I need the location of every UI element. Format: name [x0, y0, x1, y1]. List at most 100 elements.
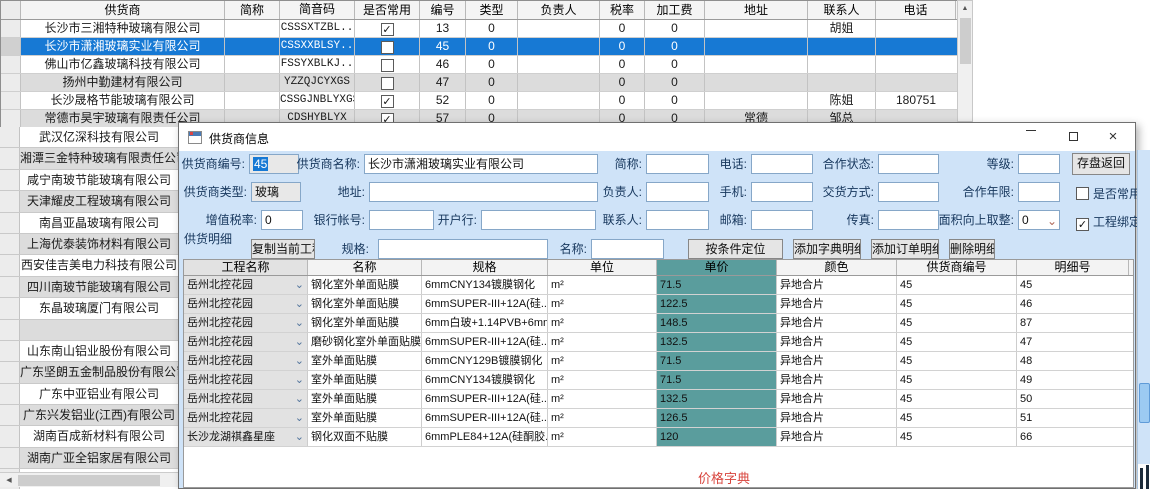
- vat-rate-input[interactable]: 0: [261, 210, 303, 230]
- delete-detail-button[interactable]: 删除明细: [949, 239, 995, 259]
- col-header-manager[interactable]: 负责人: [518, 1, 600, 19]
- detail-row[interactable]: 岳州北控花园⌄ 钢化室外单面贴膜 6mmSUPER-III+12A(硅... m…: [184, 295, 1133, 314]
- col-header-supplier-no[interactable]: 供货商编号: [897, 260, 1017, 275]
- col-header-rate[interactable]: 税率: [600, 1, 645, 19]
- col-header-price[interactable]: 单价: [657, 260, 777, 275]
- common-checkbox[interactable]: [381, 41, 394, 54]
- project-combo[interactable]: 长沙龙湖祺鑫星座⌄: [184, 428, 308, 446]
- minimize-button[interactable]: [1011, 123, 1051, 151]
- supplier-row[interactable]: 四川南玻节能玻璃有限公司: [0, 277, 178, 298]
- dialog-titlebar[interactable]: 供货商信息 ×: [179, 123, 1135, 151]
- supplier-no-input[interactable]: 45: [249, 154, 299, 174]
- supplier-type-input[interactable]: 玻璃: [251, 182, 301, 202]
- supplier-row[interactable]: 西安佳吉美电力科技有限公司: [0, 255, 178, 276]
- email-input[interactable]: [751, 210, 813, 230]
- project-combo[interactable]: 岳州北控花园⌄: [184, 371, 308, 389]
- col-header-unit[interactable]: 单位: [548, 260, 657, 275]
- col-header-code[interactable]: 简音码: [280, 1, 355, 19]
- detail-row[interactable]: 岳州北控花园⌄ 室外单面贴膜 6mmSUPER-III+12A(硅... m² …: [184, 390, 1133, 409]
- col-header-address[interactable]: 地址: [705, 1, 808, 19]
- project-combo[interactable]: 岳州北控花园⌄: [184, 352, 308, 370]
- project-combo[interactable]: 岳州北控花园⌄: [184, 333, 308, 351]
- project-combo[interactable]: 岳州北控花园⌄: [184, 295, 308, 313]
- add-dict-detail-button[interactable]: 添加字典明细: [793, 239, 861, 259]
- spec-filter-input[interactable]: [378, 239, 548, 259]
- manager-input[interactable]: [646, 182, 709, 202]
- project-combo[interactable]: 岳州北控花园⌄: [184, 390, 308, 408]
- project-combo[interactable]: 岳州北控花园⌄: [184, 409, 308, 427]
- supplier-row[interactable]: 山东南山铝业股份有限公司: [0, 341, 178, 362]
- supplier-row[interactable]: 长沙市三湘特种玻璃有限公司 CSSSXTZBL.. 13 0 0 0 胡姐: [1, 20, 957, 38]
- supplier-row[interactable]: 上海优泰装饰材料有限公司: [0, 234, 178, 255]
- supplier-name-input[interactable]: 长沙市潇湘玻璃实业有限公司: [364, 154, 598, 174]
- supplier-row[interactable]: 湖南百成新材料有限公司: [0, 426, 178, 447]
- common-checkbox[interactable]: [381, 77, 394, 90]
- col-header-short[interactable]: 简称: [225, 1, 280, 19]
- detail-row[interactable]: 岳州北控花园⌄ 钢化室外单面贴膜 6mmCNY134镀膜钢化 m² 71.5 异…: [184, 276, 1133, 295]
- coop-years-input[interactable]: [1018, 182, 1060, 202]
- vertical-scrollbar[interactable]: ▲: [957, 0, 973, 122]
- project-bind-checkbox[interactable]: [1076, 218, 1089, 231]
- col-header-common[interactable]: 是否常用: [355, 1, 420, 19]
- project-bind-checkbox-field[interactable]: 工程绑定: [1076, 213, 1141, 231]
- supplier-row[interactable]: 佛山市亿鑫玻璃科技有限公司 FSSYXBLKJ.. 46 0 0 0: [1, 56, 957, 74]
- supplier-row[interactable]: 湘潭三金特种玻璃有限责任公司: [0, 148, 178, 169]
- save-return-button[interactable]: 存盘返回: [1072, 153, 1130, 175]
- common-checkbox[interactable]: [381, 59, 394, 72]
- common-checkbox[interactable]: [381, 95, 394, 108]
- supplier-row[interactable]: 湖南广亚全铝家居有限公司: [0, 448, 178, 469]
- phone-input[interactable]: [751, 154, 813, 174]
- short-name-input[interactable]: [646, 154, 709, 174]
- col-header-no[interactable]: 编号: [420, 1, 466, 19]
- grade-input[interactable]: [1018, 154, 1060, 174]
- scrollbar-thumb[interactable]: [18, 475, 160, 486]
- col-header-type[interactable]: 类型: [466, 1, 518, 19]
- add-order-detail-button[interactable]: 添加订单明细: [871, 239, 939, 259]
- detail-row[interactable]: 岳州北控花园⌄ 室外单面贴膜 6mmSUPER-III+12A(硅... m² …: [184, 409, 1133, 428]
- mobile-input[interactable]: [751, 182, 813, 202]
- col-header-spec[interactable]: 规格: [422, 260, 548, 275]
- supplier-row[interactable]: 广东坚朗五金制品股份有限公司: [0, 362, 178, 383]
- col-header-contact[interactable]: 联系人: [808, 1, 876, 19]
- supplier-row[interactable]: 咸宁南玻节能玻璃有限公司: [0, 170, 178, 191]
- common-checkbox[interactable]: [1076, 187, 1089, 200]
- detail-row[interactable]: 岳州北控花园⌄ 钢化室外单面贴膜 6mm白玻+1.14PVB+6mm... m²…: [184, 314, 1133, 333]
- scroll-left-icon[interactable]: ◀: [2, 474, 16, 487]
- scroll-up-icon[interactable]: ▲: [958, 1, 972, 16]
- delivery-input[interactable]: [878, 182, 939, 202]
- common-checkbox[interactable]: [381, 23, 394, 36]
- scrollbar-thumb[interactable]: [960, 18, 971, 64]
- address-input[interactable]: [369, 182, 598, 202]
- common-checkbox-field[interactable]: 是否常用: [1076, 185, 1141, 202]
- locate-by-condition-button[interactable]: 按条件定位: [688, 239, 783, 259]
- detail-row[interactable]: 岳州北控花园⌄ 室外单面贴膜 6mmCNY129B镀膜钢化 m² 71.5 异地…: [184, 352, 1133, 371]
- bank-input[interactable]: [481, 210, 596, 230]
- col-header-supplier[interactable]: 供货商: [21, 1, 225, 19]
- contact-input[interactable]: [646, 210, 709, 230]
- maximize-button[interactable]: [1053, 123, 1093, 151]
- supplier-row[interactable]: 南昌亚晶玻璃有限公司: [0, 213, 178, 234]
- supplier-row[interactable]: 广东兴发铝业(江西)有限公司: [0, 405, 178, 426]
- detail-row[interactable]: 长沙龙湖祺鑫星座⌄ 钢化双面不贴膜 6mmPLE84+12A(硅酮胶... m²…: [184, 428, 1133, 447]
- close-button[interactable]: ×: [1093, 123, 1133, 151]
- col-header-project[interactable]: 工程名称: [184, 260, 308, 275]
- col-header-detail-no[interactable]: 明细号: [1017, 260, 1129, 275]
- col-header-fee[interactable]: 加工费: [645, 1, 705, 19]
- supplier-row[interactable]: 东晶玻璃厦门有限公司: [0, 298, 178, 319]
- project-combo[interactable]: 岳州北控花园⌄: [184, 276, 308, 294]
- project-combo[interactable]: 岳州北控花园⌄: [184, 314, 308, 332]
- name-filter-input[interactable]: [591, 239, 664, 259]
- supplier-row[interactable]: 广东中亚铝业有限公司: [0, 384, 178, 405]
- bank-account-input[interactable]: [369, 210, 434, 230]
- copy-current-project-button[interactable]: 复制当前工程: [251, 239, 315, 259]
- col-header-name[interactable]: 名称: [308, 260, 422, 275]
- detail-row[interactable]: 岳州北控花园⌄ 室外单面贴膜 6mmCNY134镀膜钢化 m² 71.5 异地合…: [184, 371, 1133, 390]
- coop-status-input[interactable]: [878, 154, 939, 174]
- supplier-row[interactable]: 武汉亿深科技有限公司: [0, 127, 178, 148]
- fax-input[interactable]: [878, 210, 939, 230]
- detail-row[interactable]: 岳州北控花园⌄ 磨砂钢化室外单面贴膜 6mmSUPER-III+12A(硅...…: [184, 333, 1133, 352]
- area-round-select[interactable]: 0⌄: [1018, 210, 1060, 230]
- col-header-color[interactable]: 颜色: [777, 260, 897, 275]
- supplier-row[interactable]: 天津耀皮工程玻璃有限公司: [0, 191, 178, 212]
- col-header-phone[interactable]: 电话: [876, 1, 956, 19]
